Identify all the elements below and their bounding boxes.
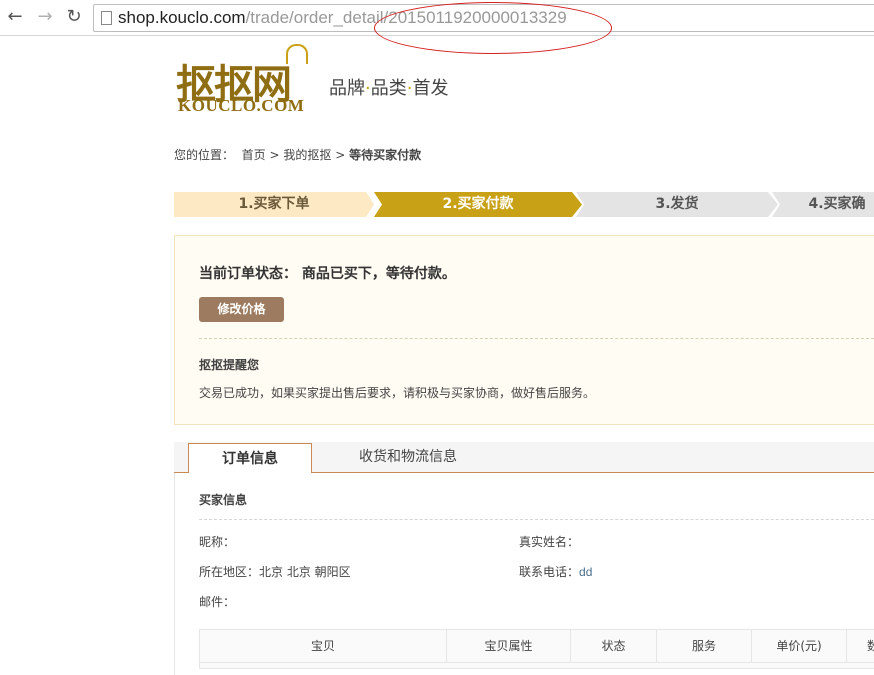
reminder-title: 抠抠提醒您 xyxy=(199,358,260,372)
breadcrumb-home-link[interactable]: 首页 xyxy=(242,148,266,162)
divider xyxy=(199,519,874,520)
breadcrumb-separator: > xyxy=(335,148,346,162)
page-icon xyxy=(101,11,112,25)
reminder-text: 交易已成功，如果买家提出售后要求，请积极与买家协商，做好售后服务。 xyxy=(199,386,596,400)
phone-field: 联系电话：dd xyxy=(519,563,592,580)
slogan: 品牌·品类·首发 xyxy=(329,74,448,100)
breadcrumb-current: 等待买家付款 xyxy=(349,148,422,162)
order-info-content: 买家信息 昵称： 真实姓名： 所在地区：北京 北京 朝阳区 联系电话：dd 邮件… xyxy=(174,473,874,675)
col-header-item: 宝贝 xyxy=(200,630,447,662)
logo-english: KOUCLO.COM xyxy=(178,96,305,115)
back-arrow-icon[interactable]: ← xyxy=(4,6,26,28)
site-logo[interactable]: 抠抠网 KOUCLO.COM xyxy=(176,44,316,116)
nickname-field: 昵称： xyxy=(199,533,235,550)
col-header-quantity: 数 xyxy=(867,639,874,653)
region-field: 所在地区：北京 北京 朝阳区 xyxy=(199,563,351,580)
email-label: 邮件： xyxy=(199,595,236,609)
phone-label: 联系电话： xyxy=(519,565,580,579)
order-status-text: 当前订单状态： 商品已买下，等待付款。 xyxy=(199,266,456,282)
tab-shipping-info[interactable]: 收货和物流信息 xyxy=(346,442,470,473)
buyer-info-title: 买家信息 xyxy=(199,493,248,507)
breadcrumb-label: 您的位置： xyxy=(174,148,235,162)
reload-icon[interactable]: ↻ xyxy=(63,6,85,28)
step-buyer-order: 1.买家下单 xyxy=(174,192,374,217)
nickname-label: 昵称： xyxy=(199,535,236,549)
tab-order-info[interactable]: 订单信息 xyxy=(188,443,312,474)
order-tabs: 订单信息 收货和物流信息 xyxy=(174,442,874,474)
order-status-panel: 当前订单状态： 商品已买下，等待付款。 修改价格 抠抠提醒您 交易已成功，如果买… xyxy=(174,235,874,425)
col-header-attributes: 宝贝属性 xyxy=(447,630,571,662)
forward-arrow-icon[interactable]: → xyxy=(34,6,56,28)
step-buyer-confirm: 4.买家确 xyxy=(772,192,874,217)
items-table: 宝贝 宝贝属性 状态 服务 单价(元) 数 xyxy=(199,629,874,669)
edit-price-button[interactable]: 修改价格 xyxy=(199,297,284,322)
breadcrumb-mine-link[interactable]: 我的抠抠 xyxy=(283,148,331,162)
region-label: 所在地区： xyxy=(199,565,260,579)
step-ship: 3.发货 xyxy=(576,192,778,217)
col-header-status: 状态 xyxy=(571,630,657,662)
breadcrumb: 您的位置： 首页 > 我的抠抠 > 等待买家付款 xyxy=(174,146,421,163)
realname-field: 真实姓名： xyxy=(519,533,579,550)
phone-value: dd xyxy=(579,565,593,579)
step-buyer-pay: 2.买家付款 xyxy=(374,192,582,217)
order-progress-steps: 1.买家下单 2.买家付款 3.发货 4.买家确 xyxy=(174,192,874,217)
slogan-brand: 品牌 xyxy=(329,78,365,99)
slogan-category: 品类 xyxy=(370,78,407,99)
email-field: 邮件： xyxy=(199,593,235,610)
url-host: shop.kouclo.com xyxy=(118,8,246,27)
col-header-service: 服务 xyxy=(657,630,752,662)
annotation-ellipse xyxy=(374,2,612,54)
col-header-unit-price: 单价(元) xyxy=(752,630,847,662)
realname-label: 真实姓名： xyxy=(519,535,580,549)
table-row-divider xyxy=(200,662,874,663)
divider xyxy=(199,338,874,339)
slogan-launch: 首发 xyxy=(412,78,449,99)
breadcrumb-separator: > xyxy=(269,148,280,162)
region-value: 北京 北京 朝阳区 xyxy=(259,565,351,579)
